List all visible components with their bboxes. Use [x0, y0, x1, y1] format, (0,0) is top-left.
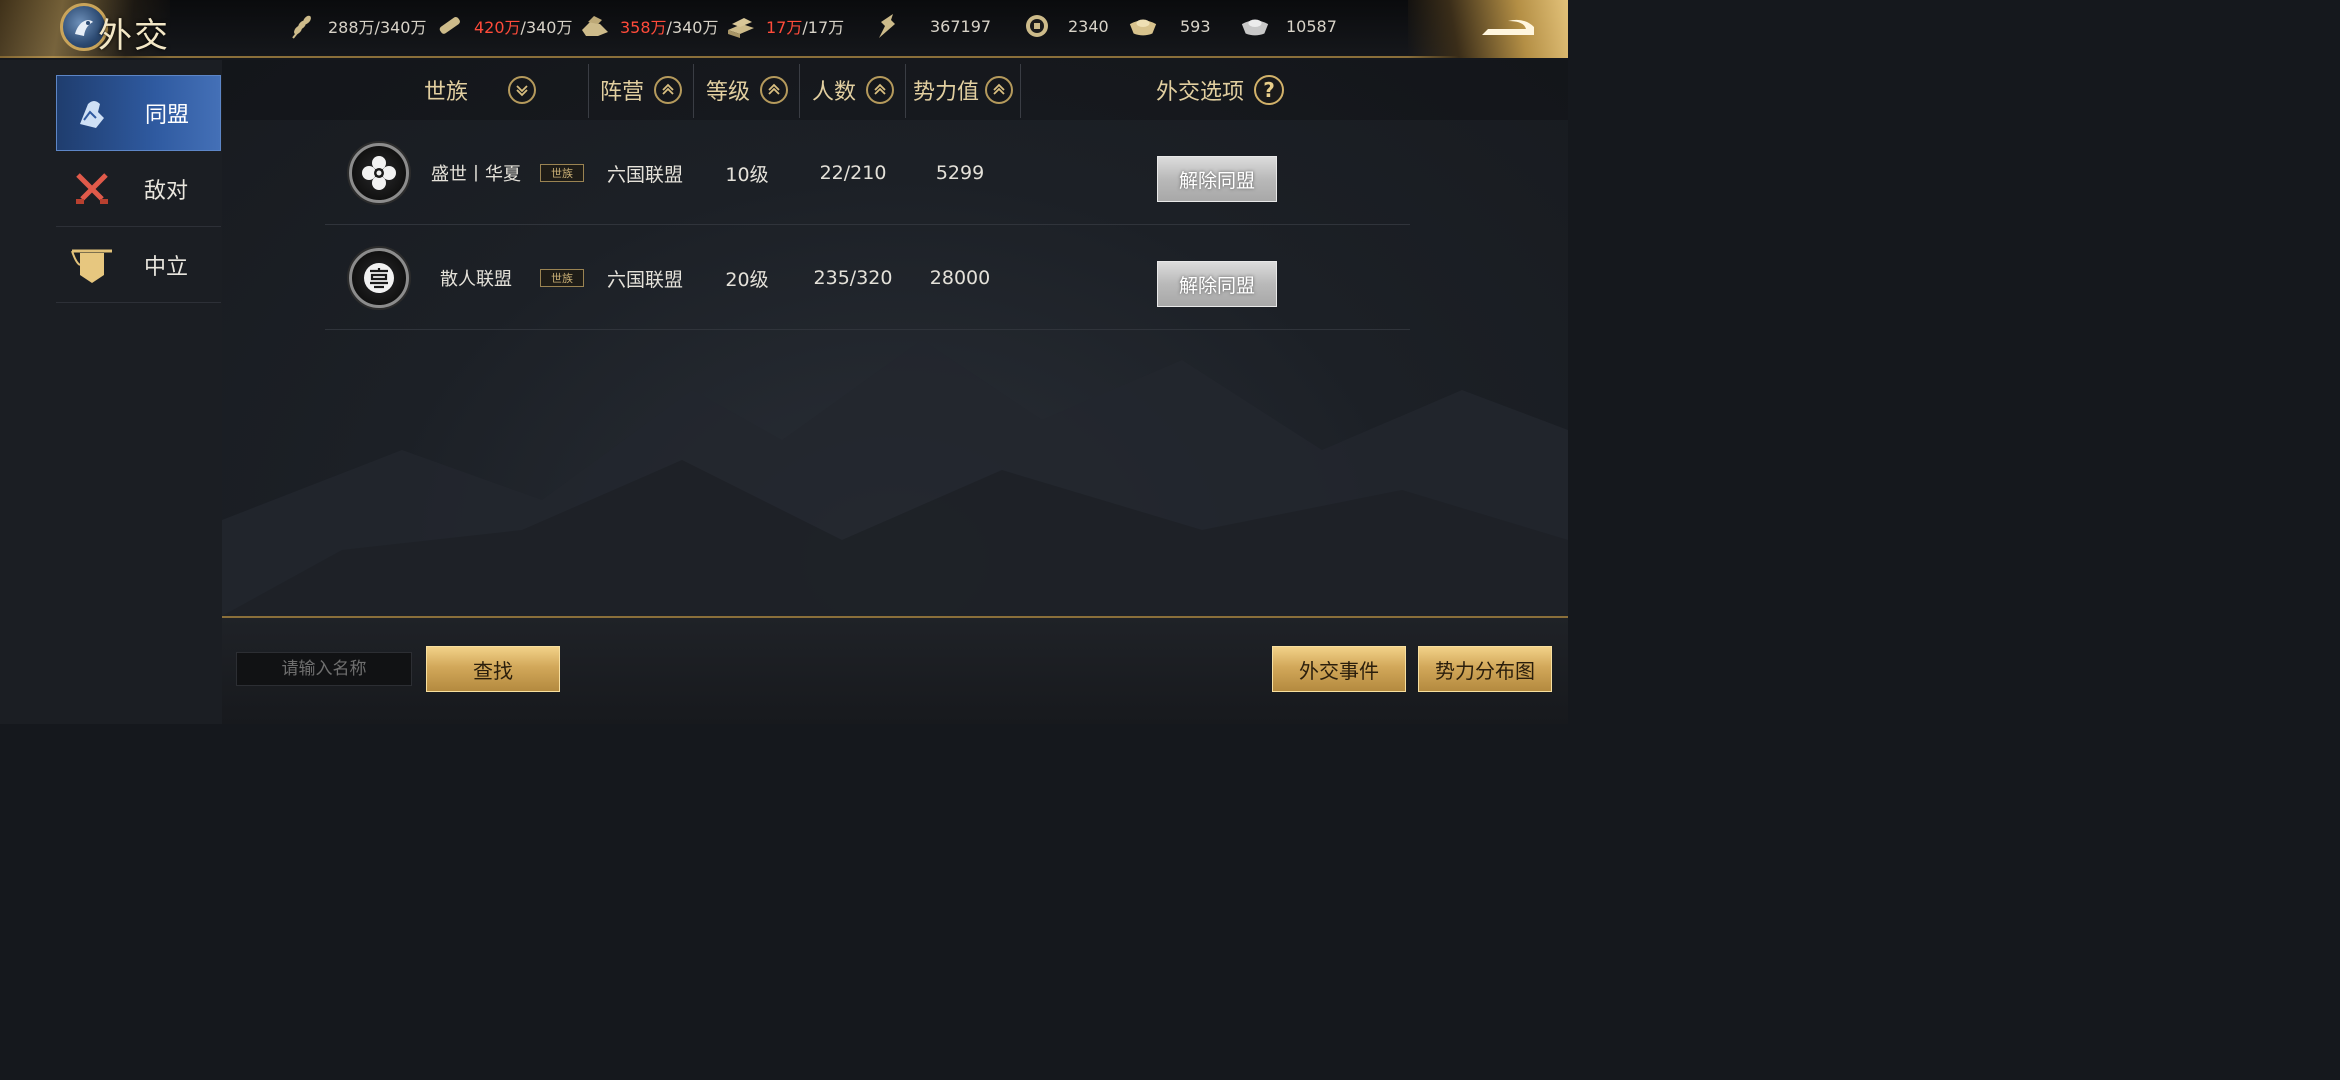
col-faction-label: 阵营 — [599, 80, 644, 105]
grain-icon — [288, 11, 318, 41]
page-title: 外交 — [98, 16, 170, 56]
col-options-label: 外交选项 — [1155, 80, 1244, 105]
resource-decree: 367197 — [872, 0, 991, 52]
silver-value: 10587 — [1286, 16, 1337, 36]
clan-name: 盛世丨华夏 — [431, 164, 521, 185]
grain-max: /340万 — [374, 18, 427, 37]
sort-up-icon[interactable] — [760, 76, 788, 104]
stone-icon — [580, 11, 610, 41]
wood-current: 420万 — [474, 18, 521, 37]
back-button[interactable] — [1476, 10, 1540, 46]
clan-tag-badge: 世族 — [540, 164, 584, 182]
sidebar: 同盟 敌对 中立 — [0, 60, 222, 724]
clan-tag-badge: 世族 — [540, 269, 584, 287]
grain-current: 288万 — [328, 18, 375, 37]
members-value: 22/210 — [819, 162, 887, 184]
col-members-label: 人数 — [811, 80, 856, 105]
mountain-backdrop — [222, 340, 1568, 616]
copper-coin-icon — [1022, 11, 1052, 41]
back-arrow-icon — [1482, 19, 1534, 35]
sort-down-icon[interactable] — [508, 76, 536, 104]
sidebar-item-hostile[interactable]: 敌对 — [56, 151, 221, 227]
col-options: 外交选项 ? — [1110, 60, 1330, 120]
sidebar-item-alliance[interactable]: 同盟 — [56, 75, 221, 151]
clan-emblem-icon — [349, 143, 409, 203]
power-value: 5299 — [935, 162, 985, 184]
sort-up-icon[interactable] — [654, 76, 682, 104]
resource-copper: 2340 — [1022, 0, 1109, 52]
col-divider — [1020, 64, 1021, 118]
stone-current: 358万 — [620, 18, 667, 37]
power-value: 28000 — [929, 267, 991, 289]
col-divider — [693, 64, 694, 118]
col-divider — [588, 64, 589, 118]
col-power[interactable]: 势力值 — [906, 60, 1020, 120]
copper-value: 2340 — [1068, 16, 1109, 36]
search-button[interactable]: 查找 — [426, 646, 560, 692]
help-icon[interactable]: ? — [1254, 75, 1284, 105]
resource-grain: 288万/340万 — [288, 0, 426, 52]
clan-emblem-icon — [349, 248, 409, 308]
clan-name: 散人联盟 — [440, 269, 512, 290]
col-divider — [799, 64, 800, 118]
members-value: 235/320 — [813, 267, 893, 289]
level-value: 20级 — [725, 268, 769, 291]
col-faction[interactable]: 阵营 — [590, 60, 692, 120]
gold-ingot-icon — [1128, 11, 1158, 41]
col-members[interactable]: 人数 — [801, 60, 905, 120]
break-alliance-button[interactable]: 解除同盟 — [1157, 156, 1277, 202]
table-row: 盛世丨华夏 世族 六国联盟 10级 22/210 5299 解除同盟 — [325, 121, 1410, 225]
sort-up-icon[interactable] — [866, 76, 894, 104]
search-input[interactable] — [236, 652, 412, 686]
resource-silver: 10587 — [1240, 0, 1337, 52]
diplomacy-events-button[interactable]: 外交事件 — [1272, 646, 1406, 692]
col-level[interactable]: 等级 — [695, 60, 799, 120]
col-clan-label: 世族 — [423, 80, 468, 105]
sidebar-item-label: 中立 — [144, 254, 189, 280]
sidebar-item-label: 敌对 — [144, 178, 189, 204]
iron-icon — [726, 11, 756, 41]
col-clan[interactable]: 世族 — [380, 60, 580, 120]
break-alliance-button[interactable]: 解除同盟 — [1157, 261, 1277, 307]
resource-stone: 358万/340万 — [580, 0, 718, 52]
stone-max: /340万 — [666, 18, 719, 37]
sidebar-item-label: 同盟 — [145, 103, 190, 128]
table-row: 散人联盟 世族 六国联盟 20级 235/320 28000 解除同盟 — [325, 226, 1410, 330]
banner-icon — [70, 243, 114, 287]
iron-max: /17万 — [802, 18, 845, 37]
crossed-swords-icon — [70, 167, 114, 211]
iron-current: 17万 — [766, 18, 803, 37]
wood-max: /340万 — [520, 18, 573, 37]
resource-iron: 17万/17万 — [726, 0, 844, 52]
resource-gold: 593 — [1128, 0, 1211, 52]
col-power-label: 势力值 — [912, 80, 979, 105]
resource-wood: 420万/340万 — [434, 0, 572, 52]
decree-value: 367197 — [930, 16, 992, 36]
silver-ingot-icon — [1240, 11, 1270, 41]
col-level-label: 等级 — [705, 80, 750, 105]
decree-icon — [872, 11, 902, 41]
faction-value: 六国联盟 — [606, 163, 683, 186]
gold-value: 593 — [1180, 16, 1211, 36]
sort-up-icon[interactable] — [985, 76, 1013, 104]
alliance-icon — [71, 91, 115, 135]
sidebar-item-neutral[interactable]: 中立 — [56, 227, 221, 303]
faction-value: 六国联盟 — [606, 268, 683, 291]
power-map-button[interactable]: 势力分布图 — [1418, 646, 1552, 692]
top-bar: 外交 288万/340万 420万/340万 358万/340万 17万/17万… — [0, 0, 1568, 58]
wood-icon — [434, 11, 464, 41]
level-value: 10级 — [725, 163, 769, 186]
